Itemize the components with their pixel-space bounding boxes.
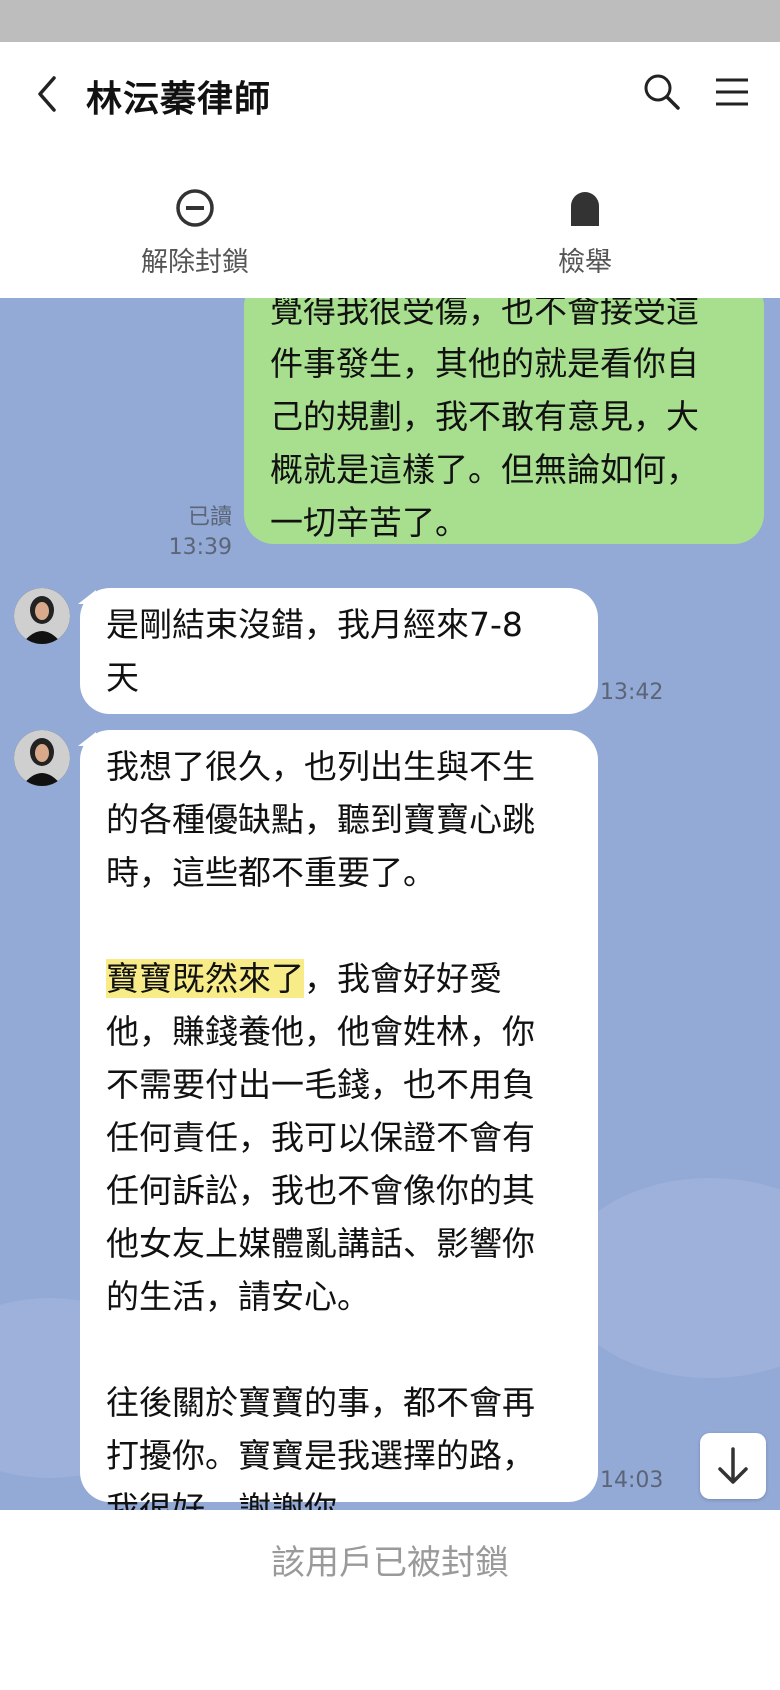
chevron-left-icon xyxy=(38,76,56,112)
message-paragraph: 往後關於寶寶的事，都不會再 打擾你。寶寶是我選擇的路， 我很好，謝謝你。 xyxy=(106,1383,535,1510)
hamburger-menu-icon xyxy=(716,78,748,106)
message-time: 13:42 xyxy=(600,680,664,705)
my-message-bubble[interactable]: 覺得我很受傷，也不會接受這 件事發生，其他的就是看你自 己的規劃，我不敢有意見，… xyxy=(244,298,764,544)
back-button[interactable] xyxy=(30,72,70,116)
lawyer-avatar-icon xyxy=(14,730,70,786)
status-bar xyxy=(0,0,780,42)
unblock-label: 解除封鎖 xyxy=(141,247,249,278)
their-message-bubble[interactable]: 是剛結束沒錯，我月經來7-8 天 xyxy=(80,588,598,714)
arrow-down-icon xyxy=(718,1447,748,1484)
report-label: 檢舉 xyxy=(558,247,612,278)
highlighted-text: 寶寶既然來了 xyxy=(106,959,304,998)
blocked-footer: 該用戶已被封鎖 xyxy=(0,1510,780,1690)
lawyer-avatar-icon xyxy=(14,588,70,644)
search-button[interactable] xyxy=(640,70,684,114)
scroll-to-bottom-button[interactable] xyxy=(700,1433,766,1499)
avatar[interactable] xyxy=(14,588,70,644)
search-icon xyxy=(644,74,680,110)
chat-area[interactable]: 已讀 13:39 覺得我很受傷，也不會接受這 件事發生，其他的就是看你自 己的規… xyxy=(0,298,780,1510)
report-button[interactable]: 檢舉 xyxy=(485,186,685,279)
blocked-notice: 該用戶已被封鎖 xyxy=(271,1543,509,1583)
chat-title: 林沄蓁律師 xyxy=(86,79,272,120)
message-paragraph: ，我會好好愛 他，賺錢養他，他會姓林，你 不需要付出一毛錢，也不用負 任何責任，… xyxy=(106,959,535,1316)
message-paragraph: 我想了很久，也列出生與不生 的各種優缺點，聽到寶寶心跳 時，這些都不重要了。 xyxy=(106,747,535,892)
message-time: 13:39 xyxy=(168,535,232,560)
read-receipt: 已讀 xyxy=(187,505,232,530)
their-message-bubble[interactable]: 我想了很久，也列出生與不生 的各種優缺點，聽到寶寶心跳 時，這些都不重要了。 寶… xyxy=(80,730,598,1510)
report-icon xyxy=(571,192,599,226)
action-bar: 解除封鎖 檢舉 xyxy=(0,146,780,298)
avatar[interactable] xyxy=(14,730,70,786)
unblock-button[interactable]: 解除封鎖 xyxy=(95,186,295,279)
menu-button[interactable] xyxy=(710,70,754,114)
message-meta: 已讀 13:39 xyxy=(150,503,232,563)
minus-circle-icon xyxy=(176,189,214,227)
message-time: 14:03 xyxy=(600,1468,664,1493)
chat-header: 林沄蓁律師 xyxy=(0,42,780,146)
